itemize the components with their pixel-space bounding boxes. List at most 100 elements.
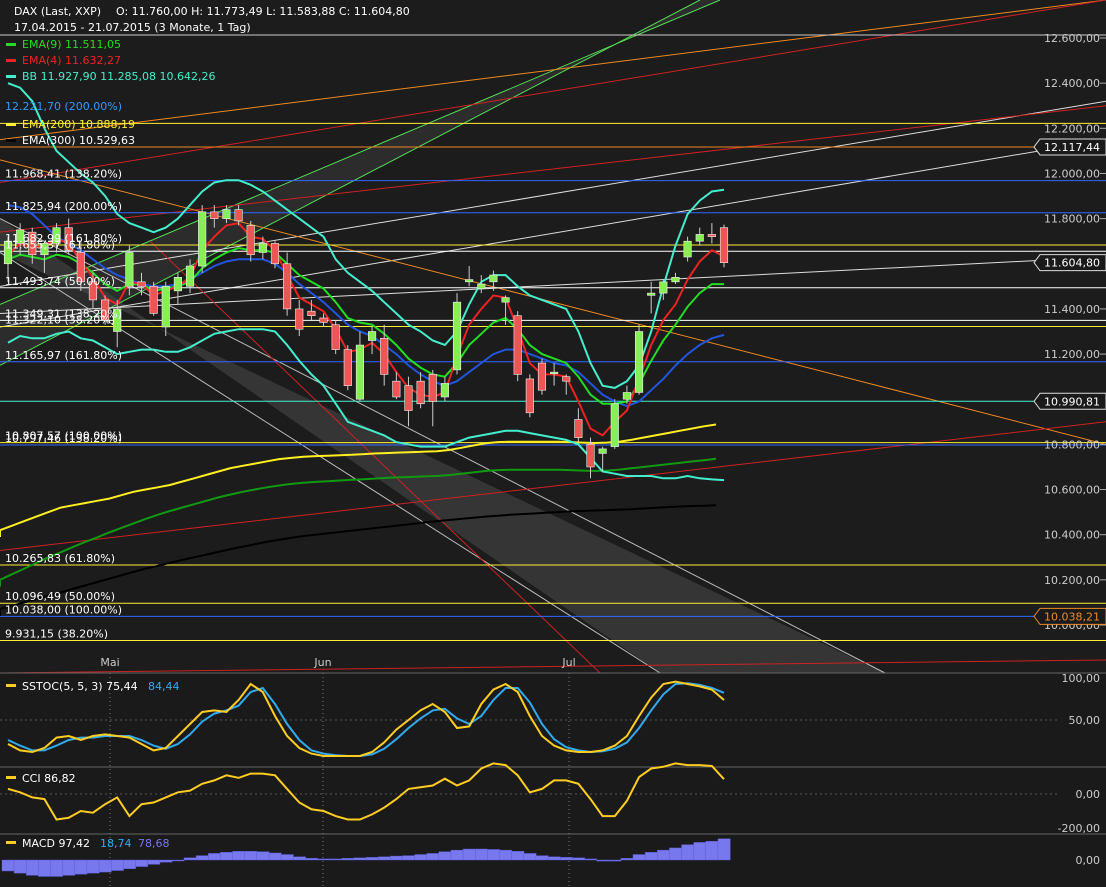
candle <box>149 286 158 314</box>
candle <box>173 277 182 292</box>
cci-panel: 0,00 -200,00 CCI 86,82 <box>0 762 1100 835</box>
candle <box>634 331 644 393</box>
legend-swatch <box>6 59 16 62</box>
y-tick-label: 12.600,00 <box>1044 32 1100 45</box>
stock-chart[interactable]: 11.968,41 (138.20%) 11.825,94 (200.00%) 11… <box>0 0 1106 887</box>
macd-bar <box>584 858 598 861</box>
candle <box>465 279 474 283</box>
candle <box>562 376 571 382</box>
candle <box>647 292 656 296</box>
macd-bar <box>438 851 452 861</box>
macd-bar <box>38 859 51 877</box>
cci-swatch <box>6 776 16 779</box>
macd-bar <box>208 853 221 861</box>
macd-bar <box>414 854 428 861</box>
macd-bar <box>1 859 15 872</box>
macd-bar <box>499 849 513 861</box>
macd-bar <box>256 851 270 861</box>
y-tick-label: 10.600,00 <box>1044 484 1100 497</box>
level-label: 10.096,49 (50.00%) <box>5 590 115 603</box>
macd-bar <box>329 858 343 861</box>
legend-label: EMA(4) 11.632,27 <box>22 54 121 67</box>
macd-bar <box>669 847 683 861</box>
candle <box>234 209 243 222</box>
macd-bar <box>705 841 719 861</box>
macd-bar <box>110 859 124 871</box>
y-tick-label: 10.800,00 <box>1044 438 1100 451</box>
legend-extra: 12.221,70 (200.00%) <box>5 100 122 113</box>
macd-bar <box>292 856 306 861</box>
cci-tick: -200,00 <box>1058 822 1100 835</box>
macd-bar <box>244 851 258 861</box>
sstoc-value2: 84,44 <box>148 680 180 693</box>
level-label: 11.655,37 (61.80%) <box>5 238 115 251</box>
candle <box>719 227 729 263</box>
candle <box>368 331 377 341</box>
macd-bar <box>462 848 476 861</box>
candle <box>501 297 510 303</box>
month-label: Mai <box>100 656 119 669</box>
price-box-label: 11.604,80 <box>1044 257 1100 270</box>
level-label: 10.797,46 (138.20%) <box>5 432 122 445</box>
macd-bar <box>377 856 391 861</box>
price-box-label: 10.038,21 <box>1044 610 1100 623</box>
y-tick-label: 12.000,00 <box>1044 167 1100 180</box>
candle <box>683 240 692 258</box>
candle <box>222 209 231 219</box>
sstoc-tick: 50,00 <box>1069 714 1101 727</box>
macd-value2: 18,74 <box>100 837 132 850</box>
macd-bar <box>681 844 695 861</box>
date-range: 17.04.2015 - 21.07.2015 (3 Monate, 1 Tag… <box>14 21 251 34</box>
macd-tick: 0,00 <box>1076 854 1101 867</box>
macd-bar <box>608 859 622 862</box>
candle <box>416 380 425 405</box>
legend-label: EMA(300) 10.529,63 <box>22 134 135 147</box>
candle <box>210 211 219 219</box>
macd-bar <box>183 857 197 861</box>
macd-bar <box>341 858 355 861</box>
candle <box>283 263 292 310</box>
macd-bar <box>426 853 440 861</box>
macd-bar <box>365 857 379 861</box>
month-label: Jul <box>561 656 575 669</box>
price-box-label: 10.990,81 <box>1044 395 1100 408</box>
candle <box>198 211 207 267</box>
candle <box>707 234 716 237</box>
macd-bar <box>717 838 731 861</box>
macd-value3: 78,68 <box>138 837 170 850</box>
chart-symbol: DAX (Last, XXP) <box>14 5 101 18</box>
macd-bar <box>195 855 209 861</box>
legend-label: EMA(200) 10.888,19 <box>22 118 135 131</box>
macd-bar <box>572 857 585 861</box>
macd-bar <box>74 859 88 875</box>
macd-bar <box>135 859 149 867</box>
macd-bar <box>317 858 331 861</box>
candle <box>659 281 668 294</box>
macd-bar <box>268 852 282 861</box>
candle <box>355 344 364 400</box>
legend-swatch <box>6 139 16 142</box>
candle <box>258 243 267 253</box>
level-label: 10.038,00 (100.00%) <box>5 603 122 616</box>
candle <box>598 448 607 454</box>
macd-bar <box>487 849 500 861</box>
macd-swatch <box>6 841 16 844</box>
macd-bar <box>98 859 112 873</box>
candle <box>622 392 631 400</box>
cci-line <box>7 762 725 821</box>
legend-swatch <box>6 43 16 46</box>
candle <box>125 252 134 287</box>
level-label: 11.825,94 (200.00%) <box>5 200 122 213</box>
candle <box>307 310 316 316</box>
macd-label: MACD 97,42 <box>22 837 90 850</box>
candle <box>380 337 389 375</box>
candle <box>270 243 280 265</box>
macd-bar <box>620 858 634 861</box>
macd-bar <box>390 855 403 861</box>
candle <box>331 324 340 350</box>
candle <box>695 234 704 242</box>
candle <box>452 301 462 371</box>
macd-bar <box>123 859 136 870</box>
macd-bar <box>596 859 610 862</box>
ohlc-values: O: 11.760,00 H: 11.773,49 L: 11.583,88 C… <box>116 5 410 18</box>
